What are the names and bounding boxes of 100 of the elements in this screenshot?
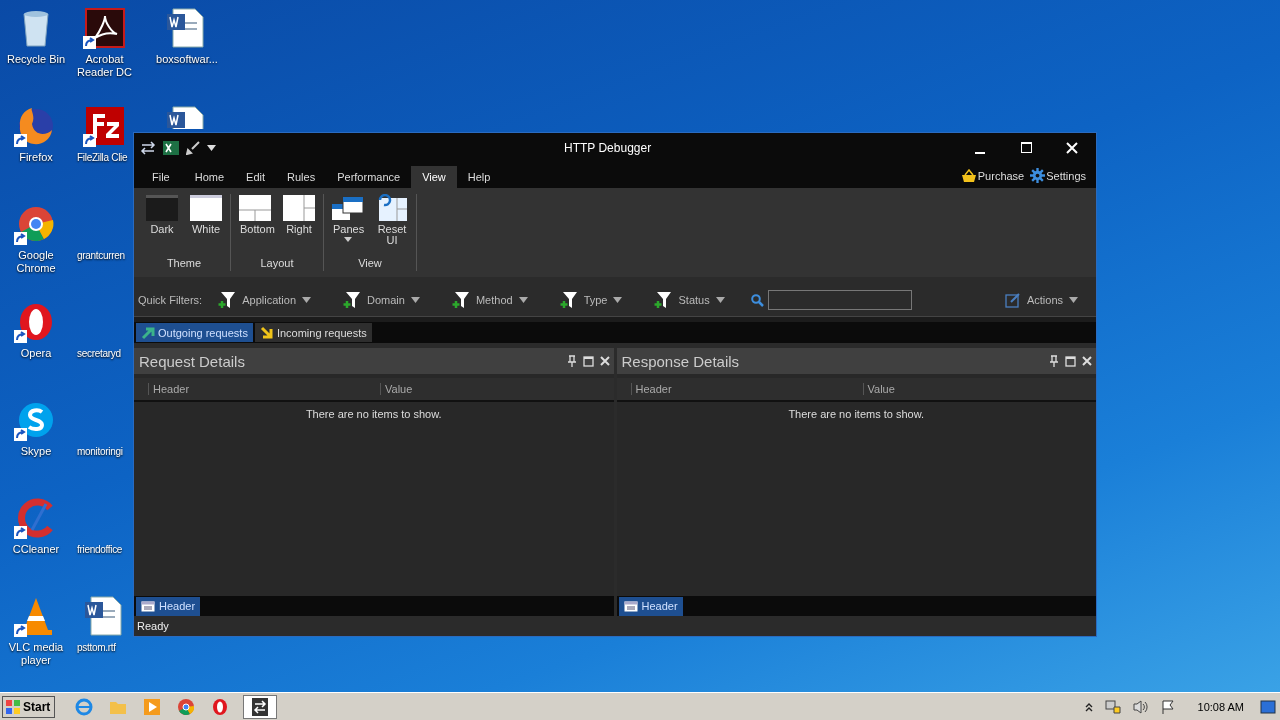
purchase-link[interactable]: Purchase (977, 169, 1025, 182)
pane-tab[interactable]: Header (618, 596, 683, 616)
arrow-icon (141, 325, 155, 340)
search-field[interactable] (767, 290, 912, 310)
chevron-up-icon[interactable] (1083, 701, 1094, 712)
desktop-icon-label: Recycle Bin (6, 53, 66, 66)
theme-preview-icon (145, 194, 179, 222)
ribbon-tab[interactable]: Edit (235, 166, 277, 188)
swap-arrows-icon[interactable] (140, 141, 156, 155)
filter-add-icon (343, 291, 361, 309)
filter-add-icon (451, 291, 470, 309)
ribbon-tab[interactable]: Home (183, 166, 236, 188)
window-title: HTTP Debugger (564, 141, 652, 155)
chrome-icon[interactable] (177, 697, 196, 716)
empty-message: There are no items to show. (305, 408, 442, 422)
speaker-icon[interactable] (1131, 698, 1150, 715)
caret-icon (410, 297, 420, 303)
desktop-icon-label: FileZilla Clie (77, 151, 128, 164)
window-icon (623, 600, 638, 612)
pane-title: Response Details (621, 352, 740, 370)
status-text: Ready (137, 620, 169, 632)
ribbon-group-label: Layout (260, 257, 294, 271)
column-header[interactable]: Value (862, 383, 895, 395)
pin-icon[interactable] (1049, 355, 1059, 367)
request-tab[interactable]: Outgoing requests (136, 323, 253, 342)
filter-add-icon (654, 291, 673, 309)
desktop-icon-label: grantcurren (77, 249, 125, 262)
desktop-icon-label: secretaryd (77, 347, 121, 360)
arrow-icon (259, 325, 274, 340)
ribbon-button[interactable]: Dark (142, 194, 182, 257)
column-header[interactable]: Header (148, 383, 380, 395)
show-desktop-icon[interactable] (1260, 699, 1276, 714)
basket-icon (960, 168, 977, 183)
desktop-icon-label: Acrobat Reader DC (76, 53, 133, 79)
desktop-icon-label: CCleaner (12, 543, 60, 556)
filter-dropdown[interactable]: Domain (341, 289, 422, 311)
ribbon-tab[interactable]: File (134, 166, 184, 188)
ribbon-button[interactable]: Bottom (235, 194, 275, 257)
filter-dropdown[interactable]: Application (216, 289, 313, 311)
start-logo-icon (5, 698, 21, 715)
ribbon-tab[interactable]: Performance (326, 166, 412, 188)
filter-dropdown[interactable]: Type (557, 289, 625, 311)
desktop-icon-label: Skype (20, 445, 52, 458)
theme-preview-icon (189, 194, 223, 222)
close-icon[interactable] (1082, 356, 1092, 366)
filter-add-icon (559, 291, 578, 309)
request-tab[interactable]: Incoming requests (254, 323, 372, 342)
ribbon-tab[interactable]: View (411, 166, 457, 188)
clock[interactable]: 10:08 AM (1197, 700, 1244, 713)
pane-tab[interactable]: Header (136, 596, 201, 616)
settings-icon (1030, 168, 1046, 183)
ribbon-button[interactable]: Reset UI (372, 194, 412, 257)
ribbon-tab[interactable]: Help (456, 166, 502, 188)
flag-icon[interactable] (1159, 698, 1176, 715)
ribbon-button[interactable]: White (186, 194, 226, 257)
desktop-icon-label: monitoringi (77, 445, 123, 458)
app-icon[interactable] (82, 6, 127, 50)
desktop-icon-label: friendoffice (77, 543, 123, 556)
desktop-icon-label: Opera (20, 347, 52, 360)
caret-icon (613, 297, 623, 303)
desktop-icon-label: psttom.rtf (77, 641, 116, 654)
column-header[interactable]: Header (630, 383, 863, 395)
caret-icon (302, 297, 311, 303)
settings-link[interactable]: Settings (1046, 169, 1086, 182)
filter-dropdown[interactable]: Method (449, 289, 530, 311)
ribbon-group-label: View (358, 257, 382, 271)
app-icon[interactable] (243, 694, 278, 719)
layout-preview-icon (282, 194, 316, 222)
ribbon-group-label: Theme (166, 257, 202, 271)
filter-add-icon (218, 291, 237, 309)
dropdown-arrow-icon[interactable] (207, 145, 216, 151)
opera-icon[interactable] (211, 697, 230, 716)
caret-icon (715, 297, 725, 303)
desktop-icon-label: VLC media player (7, 641, 65, 667)
start-button[interactable]: Start (2, 695, 56, 718)
quick-filters-label: Quick Filters: (138, 294, 203, 306)
panes-icon (331, 194, 365, 222)
brush-icon[interactable] (186, 141, 200, 155)
pane-title: Request Details (139, 352, 245, 370)
desktop-icon-label: Firefox (19, 151, 53, 164)
close-icon[interactable] (599, 356, 610, 366)
edit-icon (1004, 292, 1021, 308)
maximize-icon[interactable] (582, 355, 594, 367)
empty-message: There are no items to show. (788, 408, 925, 422)
maximize-icon[interactable] (1065, 355, 1076, 367)
window-icon (141, 600, 155, 612)
column-header[interactable]: Value (380, 383, 413, 395)
pin-icon[interactable] (566, 355, 577, 367)
ribbon-button[interactable]: Panes (328, 194, 368, 257)
app-icon[interactable] (82, 104, 127, 148)
spreadsheet-icon[interactable] (163, 140, 179, 156)
filter-dropdown[interactable]: Status (652, 289, 727, 311)
network-icon[interactable] (1103, 698, 1122, 715)
layout-preview-icon (238, 194, 272, 222)
caret-icon (1069, 297, 1078, 303)
ribbon-tab[interactable]: Rules (276, 166, 327, 188)
ribbon-button[interactable]: Right (279, 194, 319, 257)
search-icon (750, 293, 764, 307)
desktop-icon-label: Google Chrome (15, 249, 57, 275)
actions-dropdown[interactable]: Actions (1002, 290, 1080, 310)
